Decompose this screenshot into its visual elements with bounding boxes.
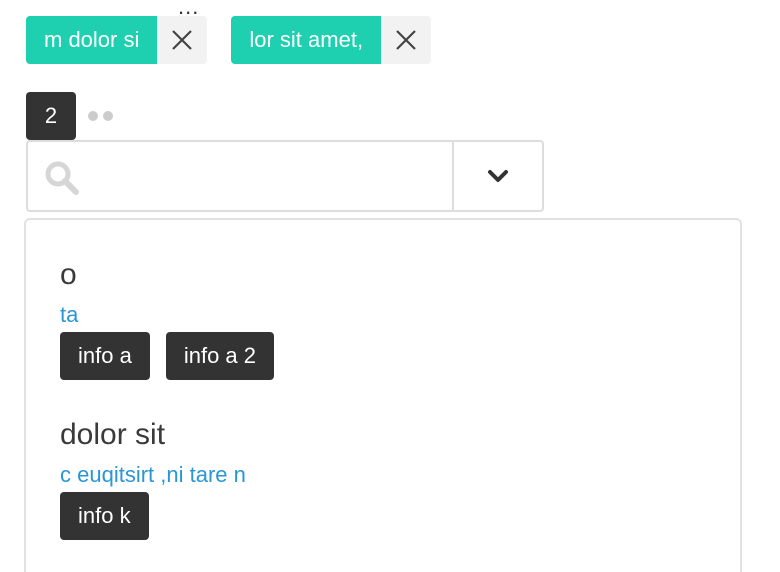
info-tag[interactable]: info a 2 (165, 332, 274, 380)
result-title: o (60, 258, 77, 291)
close-icon (396, 30, 416, 50)
chip: lor sit amet, (231, 16, 432, 64)
page-dot[interactable] (103, 111, 113, 121)
search-input[interactable] (44, 142, 452, 210)
chip-label: m dolor si (26, 16, 158, 64)
info-tag[interactable]: info k (60, 492, 149, 540)
page-dot[interactable] (88, 111, 98, 121)
result-title: dolor sit (60, 418, 166, 451)
chip-label: lor sit amet, (231, 16, 382, 64)
chip-remove-button[interactable] (157, 16, 208, 64)
info-tag[interactable]: info a (60, 332, 150, 380)
dropdown-toggle-button[interactable] (452, 142, 542, 210)
search-icon (45, 161, 79, 195)
result-item: dolor sit c euqitsirt ,ni tare n info k (60, 418, 246, 540)
close-icon (172, 30, 193, 50)
chip-remove-button[interactable] (381, 16, 432, 64)
pager: 2 (26, 92, 113, 140)
results-panel: o ta info a info a 2 dolor sit c euqitsi… (24, 218, 742, 572)
selected-chips: m dolor si lor sit amet, (26, 16, 432, 64)
search-field (28, 142, 452, 210)
result-tags: info a info a 2 (60, 332, 274, 380)
chip: m dolor si (26, 16, 208, 64)
result-item: o ta info a info a 2 (60, 258, 274, 380)
result-tags: info k (60, 492, 246, 540)
result-subtitle-link[interactable]: ta (60, 302, 274, 328)
search-box (26, 140, 544, 212)
chevron-down-icon (488, 170, 508, 182)
page-dots (88, 111, 113, 121)
result-subtitle-link[interactable]: c euqitsirt ,ni tare n (60, 462, 246, 488)
page-number-badge[interactable]: 2 (26, 92, 76, 140)
